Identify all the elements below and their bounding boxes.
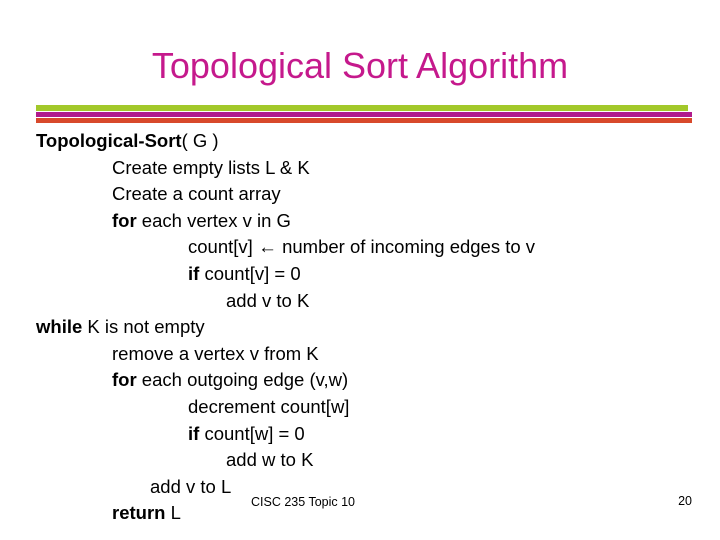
code-line-add-v-to-l: add v to L [36, 474, 696, 501]
keyword-if: if [188, 422, 200, 444]
code-text: decrement count[w] [188, 395, 350, 417]
slide-canvas: Topological Sort Algorithm Topological-S… [0, 0, 720, 540]
code-text: number of incoming edges to v [276, 236, 536, 258]
code-text: each outgoing edge (v,w) [136, 369, 349, 391]
slide-page-number: 20 [678, 494, 692, 508]
code-text: count[v] [188, 236, 258, 258]
procedure-params: ( G ) [181, 130, 219, 151]
code-line-if-count-w-zero: if count[w] = 0 [36, 421, 696, 448]
code-text: remove a vertex v from K [112, 342, 319, 364]
pseudocode-block: Topological-Sort( G ) Create empty lists… [36, 128, 696, 527]
code-text: add w to K [226, 449, 314, 471]
keyword-for: for [112, 209, 137, 231]
keyword-while: while [36, 316, 83, 338]
code-text: add v to K [226, 289, 310, 311]
code-line-add-v-to-k: add v to K [36, 288, 696, 315]
title-divider-rules [36, 105, 692, 123]
code-line-add-w-to-k: add w to K [36, 447, 696, 474]
code-line-create-lists: Create empty lists L & K [36, 155, 696, 182]
procedure-name: Topological-Sort [36, 130, 182, 151]
footer-course-label: CISC 235 Topic 10 [251, 495, 355, 509]
code-line-for-each-edge: for each outgoing edge (v,w) [36, 367, 696, 394]
code-text: K is not empty [82, 316, 205, 338]
code-line-create-count-array: Create a count array [36, 181, 696, 208]
code-line-assign-count: count[v] ← number of incoming edges to v [36, 234, 696, 261]
keyword-for: for [112, 369, 137, 391]
code-line-signature: Topological-Sort( G ) [36, 128, 696, 155]
code-text: each vertex v in G [136, 209, 291, 231]
keyword-if: if [188, 262, 200, 284]
page-title: Topological Sort Algorithm [151, 45, 569, 86]
code-text: Create empty lists L & K [112, 156, 310, 178]
left-arrow-icon: ← [257, 237, 277, 259]
code-line-if-count-v-zero: if count[v] = 0 [36, 261, 696, 288]
code-text: count[w] = 0 [199, 422, 305, 444]
code-text: count[v] = 0 [199, 262, 301, 284]
code-line-decrement-count: decrement count[w] [36, 394, 696, 421]
keyword-return: return [112, 502, 166, 524]
code-text: add v to L [150, 475, 232, 497]
code-line-while-k-not-empty: while K is not empty [36, 314, 696, 341]
code-line-remove-vertex: remove a vertex v from K [36, 341, 696, 368]
orange-rule [36, 118, 692, 123]
code-text: Create a count array [112, 183, 281, 205]
code-line-return-l: return L [36, 500, 696, 527]
code-text: L [165, 502, 181, 524]
code-line-for-each-vertex: for each vertex v in G [36, 208, 696, 235]
